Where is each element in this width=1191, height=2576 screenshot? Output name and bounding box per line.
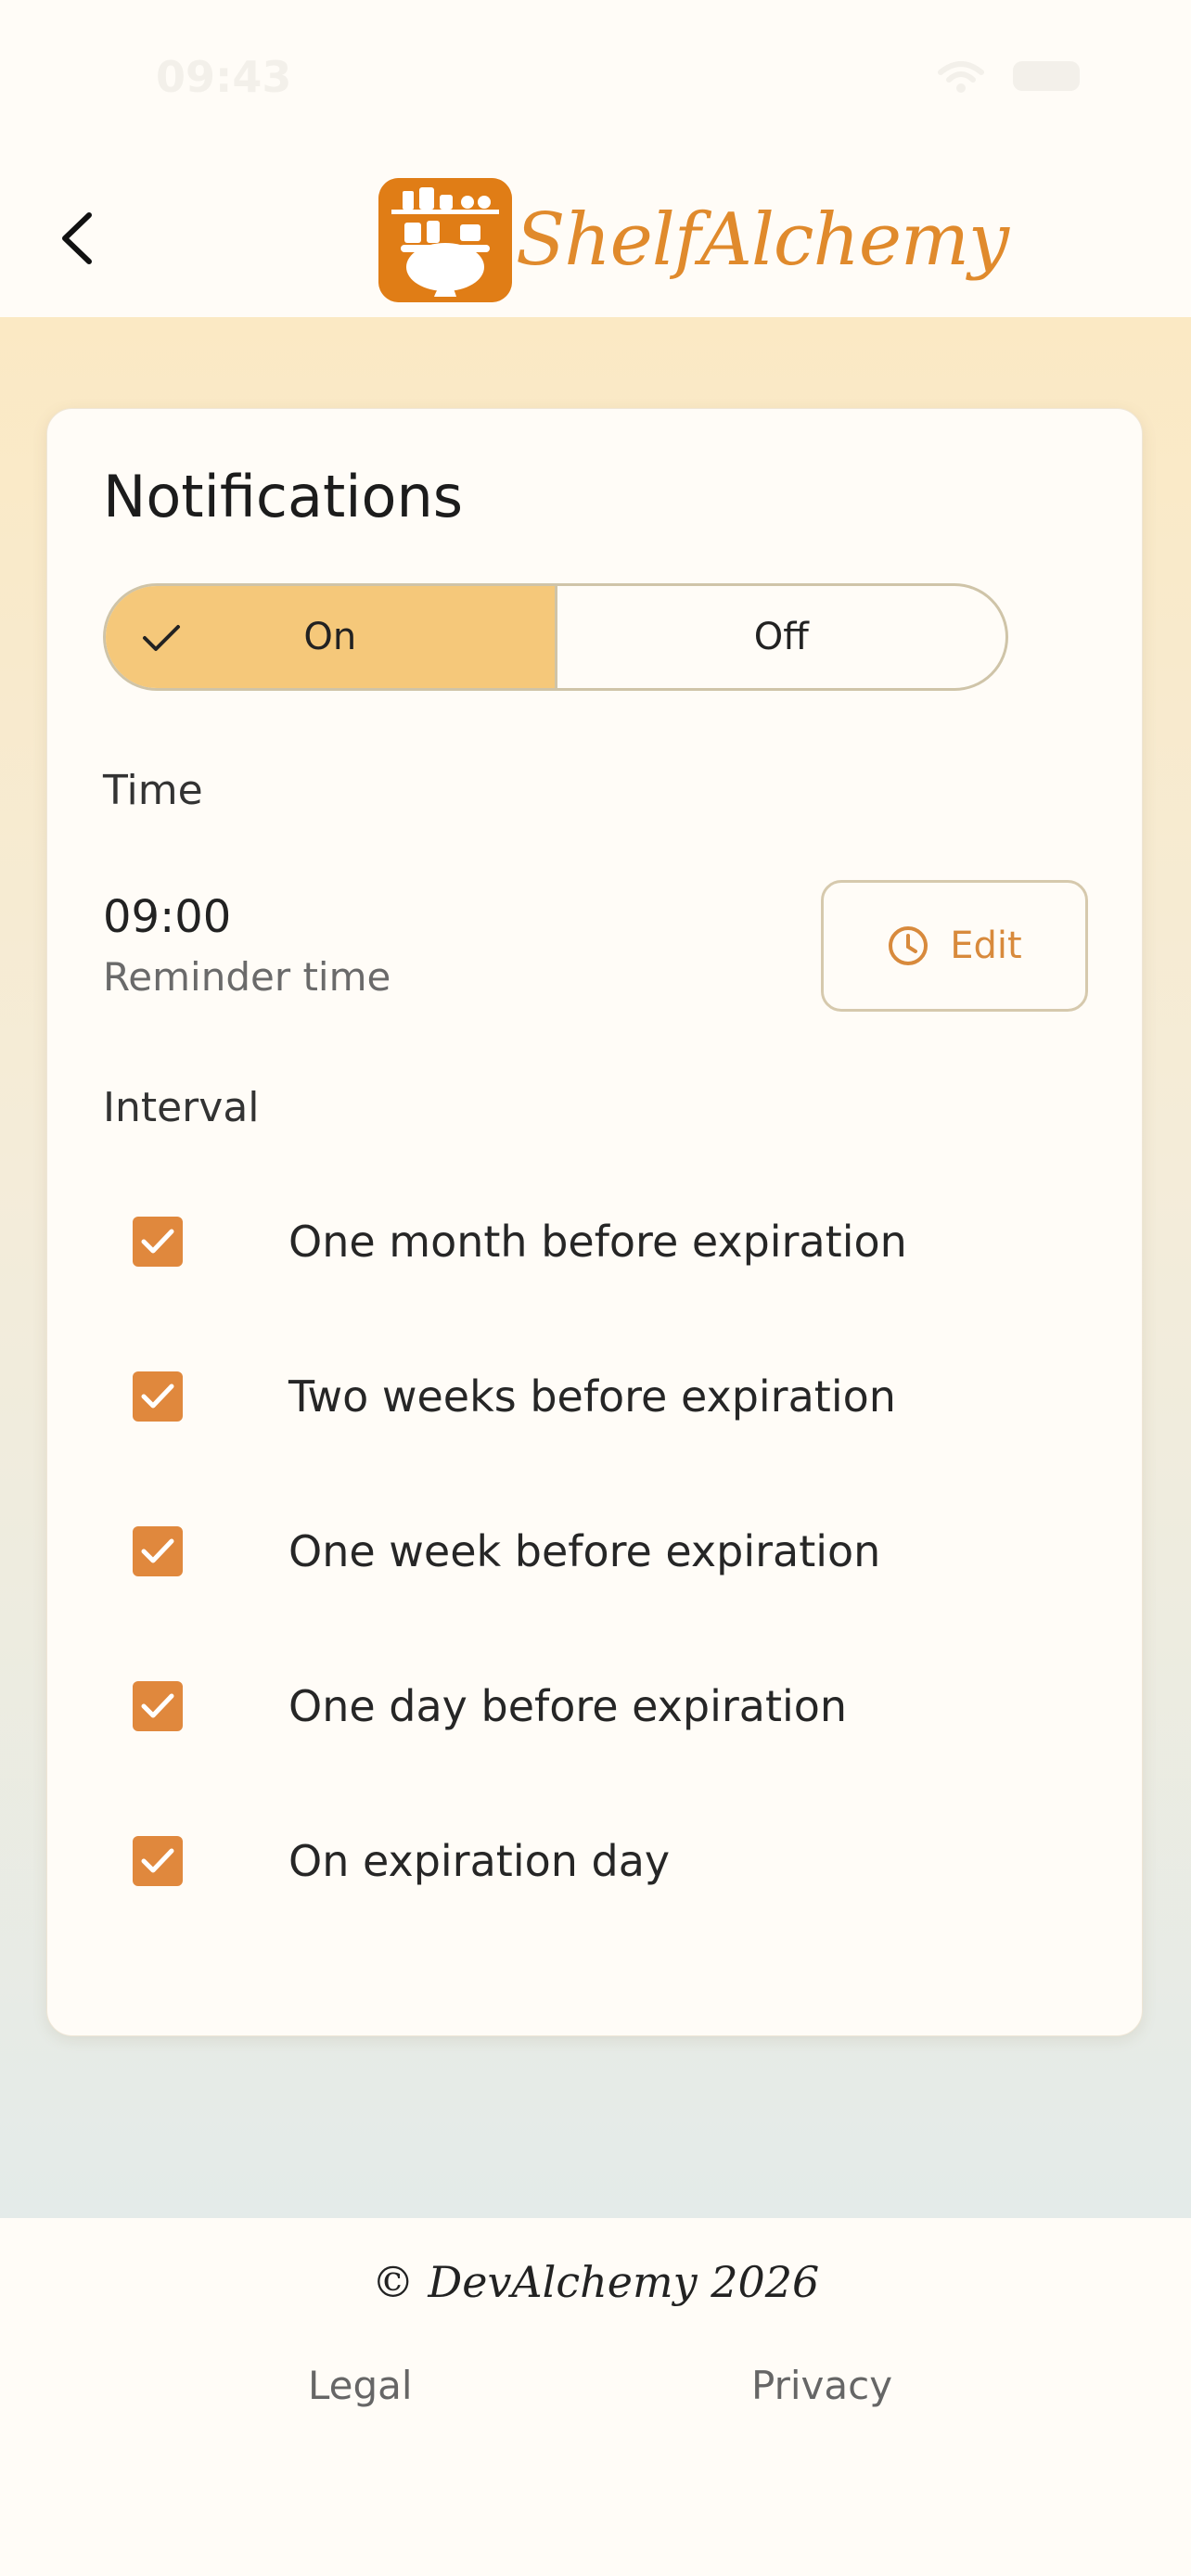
checkbox-checked-icon[interactable] (133, 1681, 183, 1731)
interval-label: One day before expiration (288, 1681, 848, 1731)
wifi-icon (938, 61, 984, 93)
interval-label: One week before expiration (288, 1526, 881, 1576)
clock-icon (889, 926, 928, 965)
chevron-left-icon[interactable] (46, 206, 111, 271)
reminder-time-caption: Reminder time (103, 954, 391, 1000)
interval-label: One month before expiration (288, 1217, 907, 1267)
interval-section-label: Interval (103, 1084, 260, 1131)
interval-option[interactable]: Two weeks before expiration (133, 1359, 967, 1434)
toggle-off-button[interactable]: Off (557, 586, 1006, 688)
checkbox-checked-icon[interactable] (133, 1371, 183, 1422)
notifications-toggle: On Off (103, 583, 1008, 691)
copyright: © DevAlchemy 2026 (371, 2257, 820, 2307)
app-name: ShelfAlchemy (516, 198, 1009, 282)
legal-link[interactable]: Legal (308, 2363, 413, 2408)
checkbox-checked-icon[interactable] (133, 1836, 183, 1886)
status-time: 09:43 (156, 52, 292, 102)
interval-label: On expiration day (288, 1836, 671, 1886)
interval-option[interactable]: On expiration day (133, 1824, 967, 1898)
interval-option[interactable]: One month before expiration (133, 1205, 967, 1279)
logo-icon (378, 178, 512, 302)
time-section-label: Time (103, 767, 203, 814)
notifications-card: Notifications On Off Time 09:00 Reminder… (46, 408, 1143, 2036)
interval-option[interactable]: One week before expiration (133, 1514, 967, 1588)
checkbox-checked-icon[interactable] (133, 1217, 183, 1267)
toggle-off-label: Off (753, 616, 809, 658)
toggle-on-button[interactable]: On (106, 586, 557, 688)
app-logo: ShelfAlchemy (378, 178, 1009, 302)
interval-label: Two weeks before expiration (288, 1371, 896, 1422)
app-header: ShelfAlchemy (0, 158, 1191, 317)
status-icons (937, 61, 1080, 93)
privacy-link[interactable]: Privacy (751, 2363, 892, 2408)
check-icon (143, 625, 180, 651)
edit-time-button[interactable]: Edit (821, 880, 1088, 1012)
reminder-time-value: 09:00 (103, 891, 232, 943)
checkbox-checked-icon[interactable] (133, 1526, 183, 1576)
interval-option[interactable]: One day before expiration (133, 1669, 967, 1743)
toggle-on-label: On (303, 616, 357, 658)
card-title: Notifications (103, 463, 464, 530)
edit-label: Edit (950, 925, 1022, 967)
battery-icon (1013, 61, 1080, 91)
status-bar: 09:43 (0, 0, 1191, 158)
footer: © DevAlchemy 2026 Legal Privacy (0, 2218, 1191, 2576)
